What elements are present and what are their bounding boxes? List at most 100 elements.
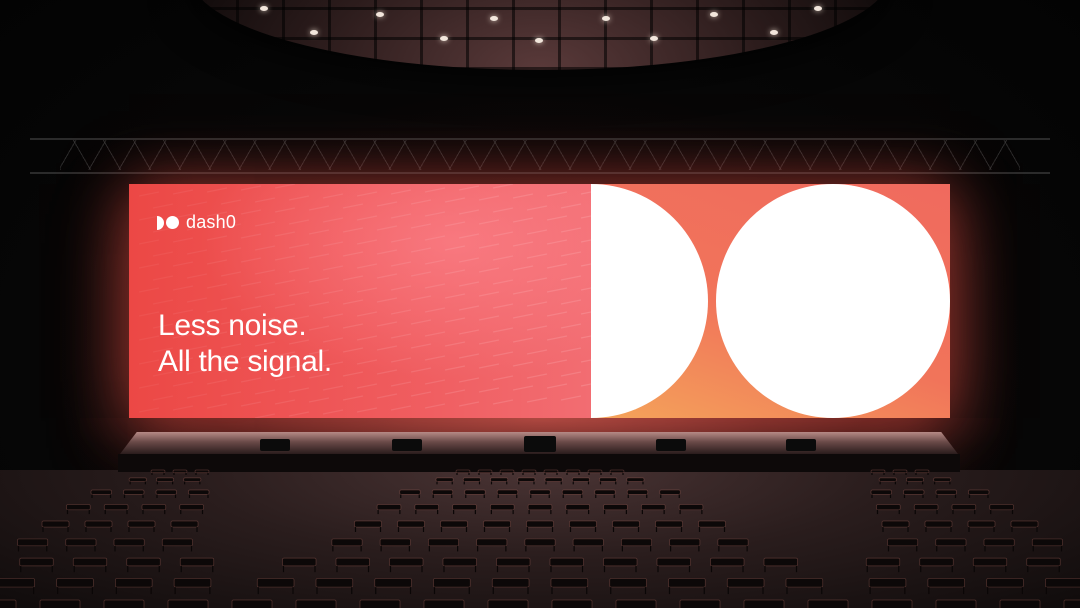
audience-chair xyxy=(655,520,683,532)
audience-chair xyxy=(543,469,559,475)
audience-chair xyxy=(967,520,996,532)
signal-dash xyxy=(138,311,160,317)
signal-dash xyxy=(342,227,364,233)
signal-dash xyxy=(492,184,514,189)
audience-chair xyxy=(927,578,965,595)
audience-chair xyxy=(464,489,486,499)
signal-dash xyxy=(512,385,534,391)
signal-dash xyxy=(172,405,194,411)
signal-dash xyxy=(138,407,160,413)
audience-chair xyxy=(172,469,188,475)
signal-dash xyxy=(186,297,208,303)
audience-chair xyxy=(561,489,584,499)
signal-dash xyxy=(478,219,500,225)
signal-dash xyxy=(560,227,582,233)
signal-dash xyxy=(390,213,412,219)
audience-chair xyxy=(603,504,628,515)
audience-chair xyxy=(414,504,439,515)
audience-chair xyxy=(669,538,701,552)
signal-dash xyxy=(254,389,276,395)
audience-chair xyxy=(529,489,551,499)
signal-dash xyxy=(254,245,276,251)
signal-dash xyxy=(152,275,174,281)
ceiling-light xyxy=(710,12,718,17)
signal-dash xyxy=(322,385,344,391)
audience-chair xyxy=(868,578,907,595)
signal-dash xyxy=(172,237,194,243)
audience-chair xyxy=(659,489,681,499)
stage-lectern xyxy=(524,436,556,452)
audience-chair xyxy=(881,520,910,532)
signal-dash xyxy=(356,335,378,341)
logo-wordmark: dash0 xyxy=(186,212,237,232)
signal-dash xyxy=(322,265,344,271)
signal-dash xyxy=(390,357,412,363)
audience-chair xyxy=(986,578,1024,595)
signal-dash xyxy=(322,241,344,247)
signal-dash xyxy=(444,197,466,203)
signal-dash xyxy=(444,269,466,275)
audience-chair xyxy=(374,578,412,595)
signal-dash xyxy=(254,293,276,299)
signal-dash xyxy=(206,283,228,289)
audience-chair xyxy=(989,504,1014,515)
audience-chair xyxy=(551,599,593,608)
signal-dash xyxy=(308,205,330,211)
brand-circle-shape xyxy=(716,184,950,418)
dash0-logo: dash0 xyxy=(157,212,236,233)
audience-chair xyxy=(615,599,657,608)
audience-chair xyxy=(455,469,471,475)
audience-chair xyxy=(726,578,765,595)
signal-dash xyxy=(356,239,378,245)
signal-dash xyxy=(458,401,480,407)
audience-chair xyxy=(452,504,477,515)
signal-dash xyxy=(580,359,591,363)
audience-chair xyxy=(641,504,666,515)
signal-dash xyxy=(526,301,548,307)
signal-dash xyxy=(322,217,344,223)
audience-chair xyxy=(972,557,1008,573)
signal-dash xyxy=(580,239,591,243)
audience-chair xyxy=(282,557,317,573)
audience-chair xyxy=(156,477,174,485)
signal-dash xyxy=(356,191,378,197)
audience-chair xyxy=(933,477,952,485)
audience-chair xyxy=(887,538,919,552)
signal-dash xyxy=(410,319,432,325)
ceiling-light xyxy=(310,30,318,35)
signal-dash xyxy=(274,279,296,285)
signal-dash xyxy=(288,243,310,249)
signal-dash xyxy=(458,377,480,383)
signal-dash xyxy=(274,399,296,405)
ceiling-light xyxy=(814,6,822,11)
lighting-truss-bottom xyxy=(30,172,1050,174)
audience-chair xyxy=(295,599,337,608)
signal-dash xyxy=(512,361,534,367)
signal-dash xyxy=(172,261,194,267)
audience-chair xyxy=(19,557,54,573)
signal-dash xyxy=(220,199,242,205)
signal-dash xyxy=(580,191,591,195)
audience-chair xyxy=(524,538,556,552)
headline-line-1: Less noise. xyxy=(158,309,307,342)
audience-chair xyxy=(359,599,401,608)
signal-dash xyxy=(254,197,276,203)
signal-dash xyxy=(138,359,160,365)
signal-dash xyxy=(342,275,364,281)
audience-chair xyxy=(155,489,177,499)
signal-dash xyxy=(152,251,174,257)
signal-dash xyxy=(274,255,296,261)
audience-chair xyxy=(90,489,112,499)
auditorium-scene: dash0 Less noise. All the signal. xyxy=(0,0,1080,608)
audience-chair xyxy=(1026,557,1061,573)
signal-dash xyxy=(458,329,480,335)
signal-dash xyxy=(308,277,330,283)
signal-dash xyxy=(342,371,364,377)
audience-chair xyxy=(1063,599,1080,608)
stage-monitor-speaker xyxy=(786,439,816,451)
signal-dash xyxy=(478,291,500,297)
signal-dash xyxy=(390,381,412,387)
dash0-logo-mark xyxy=(157,215,179,230)
signal-dash xyxy=(560,251,582,257)
audience-chair xyxy=(423,599,465,608)
